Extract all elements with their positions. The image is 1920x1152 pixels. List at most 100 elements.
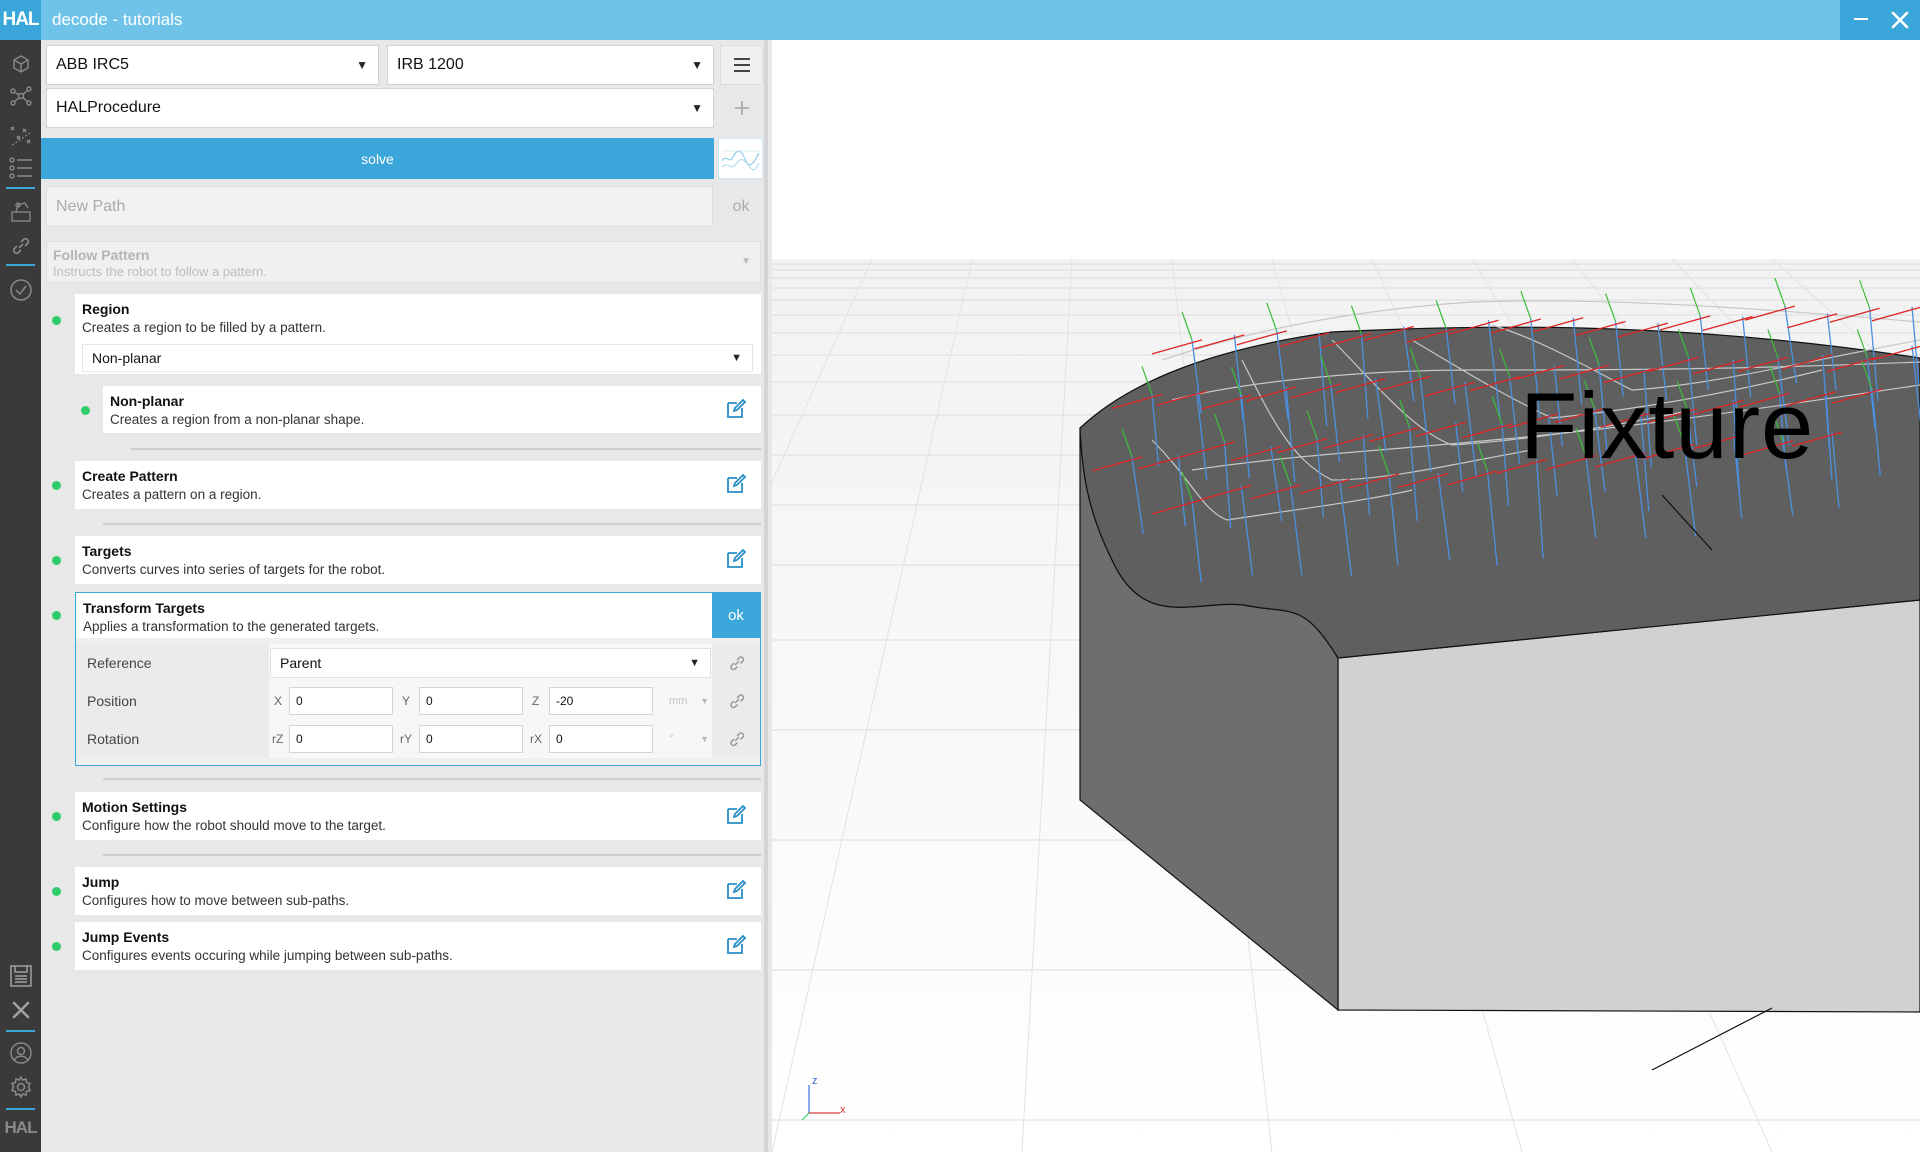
graph-icon — [721, 150, 760, 171]
title-bar: HAL decode - tutorials — [0, 0, 1920, 40]
solver-graph-button[interactable] — [718, 138, 763, 179]
rx-axis-label: rX — [530, 732, 542, 746]
step-jump[interactable]: Jump Configures how to move between sub-… — [75, 867, 761, 915]
app-logo: HAL — [0, 0, 41, 40]
sidebar-separator — [6, 1030, 35, 1032]
user-icon[interactable] — [7, 1039, 34, 1066]
step-title: Non-planar — [110, 393, 184, 409]
step-description: Creates a pattern on a region. — [82, 487, 262, 502]
step-title: Region — [82, 301, 130, 317]
step-motion-settings[interactable]: Motion Settings Configure how the robot … — [75, 792, 761, 840]
list-icon[interactable] — [7, 154, 34, 181]
procedure-type-select[interactable]: Follow Pattern Instructs the robot to fo… — [46, 241, 761, 283]
chevron-down-icon: ▼ — [731, 352, 742, 364]
divider — [103, 523, 761, 525]
chevron-down-icon: ▼ — [691, 58, 703, 72]
procedure-select-value: HALProcedure — [56, 99, 161, 116]
menu-button[interactable] — [720, 45, 763, 85]
controller-select[interactable]: ABB IRC5 ▼ — [46, 45, 379, 85]
reference-row: Reference Parent ▼ — [76, 644, 760, 682]
close-window-button[interactable] — [1888, 8, 1912, 32]
rotation-unit-select[interactable]: ° ▼ — [663, 725, 713, 753]
status-dot — [52, 611, 61, 620]
procedure-type-description: Instructs the robot to follow a pattern. — [53, 264, 267, 279]
reference-value: Parent — [280, 655, 322, 671]
transform-ok-button[interactable]: ok — [712, 593, 760, 638]
solve-button[interactable]: solve — [41, 138, 714, 179]
step-title: Transform Targets — [83, 600, 205, 616]
region-type-select[interactable]: Non-planar ▼ — [82, 344, 753, 372]
minimize-button[interactable] — [1854, 18, 1868, 20]
sidebar-separator — [6, 187, 35, 189]
status-dot — [52, 942, 61, 951]
divider — [103, 778, 761, 780]
network-icon[interactable] — [7, 82, 34, 109]
position-label: Position — [87, 693, 137, 709]
chevron-down-icon: ▼ — [356, 58, 368, 72]
rotation-row: Rotation rZ 0 rY 0 rX 0 ° ▼ — [76, 720, 760, 758]
chevron-down-icon: ▼ — [689, 657, 700, 669]
check-icon[interactable] — [7, 276, 34, 303]
position-cells: X 0 Y 0 Z -20 mm ▼ — [269, 682, 712, 720]
position-y-input[interactable]: 0 — [419, 687, 523, 715]
step-jump-events[interactable]: Jump Events Configures events occuring w… — [75, 922, 761, 970]
step-description: Configures how to move between sub-paths… — [82, 893, 350, 908]
gear-icon[interactable] — [7, 1073, 34, 1100]
save-icon[interactable] — [7, 962, 34, 989]
z-axis-gizmo-label: z — [812, 1075, 818, 1087]
divider — [131, 448, 761, 450]
edit-icon[interactable] — [725, 473, 747, 495]
edit-icon[interactable] — [725, 879, 747, 901]
status-dot — [81, 406, 90, 415]
rotation-y-input[interactable]: 0 — [419, 725, 523, 753]
step-targets[interactable]: Targets Converts curves into series of t… — [75, 536, 761, 584]
sidebar: HAL — [0, 40, 41, 1152]
sidebar-separator — [6, 264, 35, 266]
status-dot — [52, 887, 61, 896]
link-icon[interactable] — [727, 729, 747, 749]
step-description: Creates a region to be filled by a patte… — [82, 320, 326, 335]
rotation-x-input[interactable]: 0 — [549, 725, 653, 753]
x-axis-gizmo-label: x — [840, 1104, 846, 1116]
edit-icon[interactable] — [725, 804, 747, 826]
cube-icon[interactable] — [7, 50, 34, 77]
procedure-panel: ABB IRC5 ▼ IRB 1200 ▼ HALProcedure ▼ sol… — [41, 40, 768, 1152]
robot-select[interactable]: IRB 1200 ▼ — [387, 45, 714, 85]
edit-icon[interactable] — [725, 548, 747, 570]
step-create-pattern[interactable]: Create Pattern Creates a pattern on a re… — [75, 461, 761, 509]
position-unit-select[interactable]: mm ▼ — [663, 687, 713, 715]
footer-logo: HAL — [4, 1118, 38, 1137]
status-dot — [52, 316, 61, 325]
step-transform-targets[interactable]: Transform Targets Applies a transformati… — [75, 592, 761, 766]
procedure-type-title: Follow Pattern — [53, 247, 150, 263]
status-dot — [52, 812, 61, 821]
reference-select[interactable]: Parent ▼ — [270, 648, 711, 678]
fixture-label: Fixture — [1520, 373, 1815, 478]
chevron-down-icon: ▼ — [691, 101, 703, 115]
position-x-input[interactable]: 0 — [289, 687, 393, 715]
procedure-select[interactable]: HALProcedure ▼ — [46, 88, 714, 128]
3d-viewport[interactable]: Fixture z x — [772, 40, 1920, 1152]
robot-icon[interactable] — [7, 198, 34, 225]
edit-icon[interactable] — [725, 398, 747, 420]
divider — [103, 854, 761, 856]
add-procedure-button[interactable] — [720, 88, 763, 128]
close-icon[interactable] — [7, 996, 34, 1023]
y-axis-label: Y — [402, 694, 411, 708]
link-icon[interactable] — [7, 232, 34, 259]
edit-icon[interactable] — [725, 934, 747, 956]
step-title: Jump — [82, 874, 120, 890]
link-icon[interactable] — [727, 691, 747, 711]
chevron-down-icon: ▼ — [700, 734, 709, 744]
position-z-input[interactable]: -20 — [549, 687, 653, 715]
new-path-input[interactable]: New Path — [46, 186, 713, 227]
window-title: decode - tutorials — [52, 10, 183, 29]
link-icon[interactable] — [727, 653, 747, 673]
new-path-ok-button[interactable]: ok — [721, 186, 761, 227]
region-type-value: Non-planar — [92, 350, 162, 366]
step-non-planar[interactable]: Non-planar Creates a region from a non-p… — [103, 386, 761, 433]
rotation-z-input[interactable]: 0 — [289, 725, 393, 753]
scatter-icon[interactable] — [7, 122, 34, 149]
rz-axis-label: rZ — [272, 732, 284, 746]
x-axis-label: X — [274, 694, 283, 708]
